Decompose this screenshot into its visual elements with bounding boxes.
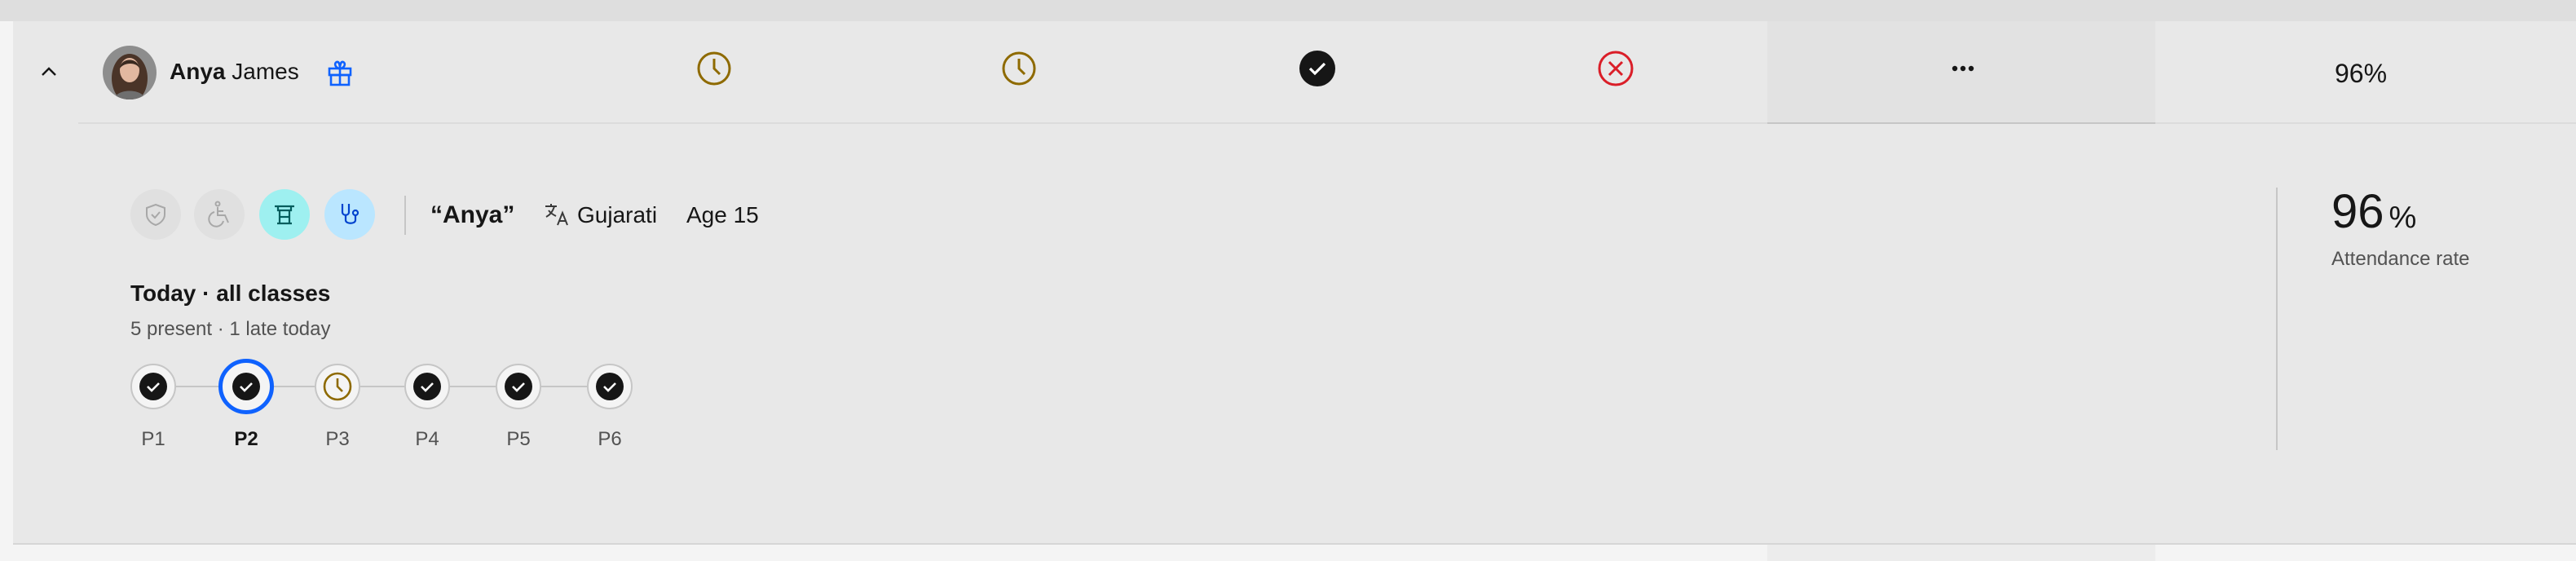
- first-name: Anya: [170, 59, 226, 84]
- student-name[interactable]: Anya James: [170, 57, 299, 86]
- avatar: [103, 46, 157, 99]
- translate-icon[interactable]: [259, 189, 310, 240]
- period-label: P2: [234, 428, 258, 450]
- row-divider: [78, 122, 1767, 124]
- summary-divider: [2276, 188, 2278, 450]
- clock-icon[interactable]: [695, 49, 734, 88]
- attendance-rate-value: 96%: [2331, 186, 2416, 238]
- badge-divider: [404, 196, 406, 235]
- timeline-connector: [360, 386, 404, 387]
- student-language: Gujarati: [577, 202, 658, 227]
- collapse-chevron-up-icon[interactable]: [36, 59, 62, 85]
- today-summary: 5 present · 1 late today: [130, 318, 331, 340]
- gift-icon[interactable]: [324, 57, 355, 88]
- attendance-percentage: 96%: [2335, 59, 2388, 88]
- today-title: Today · all classes: [130, 280, 331, 306]
- period-label: P1: [141, 428, 165, 450]
- checkmark-filled-icon: [139, 373, 167, 400]
- close-outline-icon[interactable]: [1596, 49, 1635, 88]
- attendance-rate-number: 96: [2331, 185, 2384, 238]
- period-label: P5: [506, 428, 531, 450]
- period-label: P4: [415, 428, 439, 450]
- period-node-p4[interactable]: [404, 364, 450, 409]
- period-node-p2[interactable]: [218, 359, 274, 414]
- student-age: Age 15: [686, 202, 759, 227]
- period-node-p6[interactable]: [587, 364, 633, 409]
- checkmark-filled-icon: [232, 373, 260, 400]
- timeline-connector: [450, 386, 496, 387]
- period-node-p3[interactable]: [315, 364, 360, 409]
- timeline-connector: [176, 386, 218, 387]
- student-nickname: “Anya”: [430, 201, 515, 228]
- previous-row-strip: [0, 0, 2576, 21]
- timeline-connector: [274, 386, 315, 387]
- clock-icon[interactable]: [999, 49, 1039, 88]
- overflow-menu-icon[interactable]: [1939, 59, 1987, 78]
- period-node-p1[interactable]: [130, 364, 176, 409]
- row-divider: [1767, 122, 2155, 124]
- timeline-connector: [541, 386, 587, 387]
- row-divider: [2155, 122, 2576, 124]
- next-row-actions-cell: [1767, 545, 2155, 561]
- clock-icon: [323, 372, 352, 401]
- attendance-rate-symbol: %: [2389, 201, 2417, 235]
- shield-check-icon[interactable]: [130, 189, 181, 240]
- period-label: P6: [598, 428, 622, 450]
- next-row-strip: [13, 545, 2576, 561]
- checkmark-filled-icon[interactable]: [1298, 49, 1337, 88]
- last-name: James: [232, 59, 299, 84]
- checkmark-filled-icon: [596, 373, 624, 400]
- stethoscope-icon[interactable]: [324, 189, 375, 240]
- checkmark-filled-icon: [505, 373, 532, 400]
- language-icon: [543, 201, 571, 228]
- period-label: P3: [325, 428, 350, 450]
- checkmark-filled-icon: [413, 373, 441, 400]
- wheelchair-icon[interactable]: [194, 189, 245, 240]
- student-row-expanded: [13, 21, 2576, 543]
- attendance-rate-label: Attendance rate: [2331, 248, 2470, 270]
- period-node-p5[interactable]: [496, 364, 541, 409]
